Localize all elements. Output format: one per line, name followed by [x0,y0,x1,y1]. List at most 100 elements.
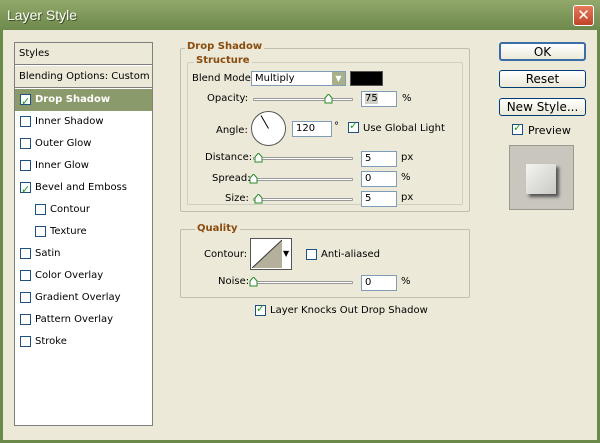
reset-button[interactable]: Reset [499,70,586,88]
contour-picker[interactable]: ▼ [250,238,292,270]
blending-options-item[interactable]: Blending Options: Custom [15,66,152,88]
contour-chevron-down-icon[interactable]: ▼ [283,249,289,258]
use-global-light-checkbox[interactable] [348,119,360,134]
size-unit: px [401,192,414,203]
style-item-checkbox[interactable] [20,248,31,259]
style-item-checkbox[interactable] [20,336,31,347]
structure-title: Structure [194,55,252,66]
blend-mode-label: Blend Mode: [192,73,255,84]
angle-unit: ° [334,121,339,132]
noise-input[interactable]: 0 [361,275,397,291]
angle-input[interactable]: 120 [292,121,332,137]
style-item-label: Color Overlay [35,270,104,281]
blend-mode-value: Multiply [255,73,295,84]
knockout-checkbox[interactable] [255,302,267,317]
contour-preview-icon [252,240,282,268]
window-title: Layer Style [7,7,78,23]
preview-label: Preview [528,124,571,137]
blending-options-label: Blending Options: Custom [19,71,150,82]
style-item-label: Gradient Overlay [35,292,121,303]
preview-swatch [526,164,556,194]
noise-unit: % [401,276,411,287]
style-item-label: Bevel and Emboss [35,182,127,193]
style-item-checkbox[interactable] [20,314,31,325]
blend-mode-select[interactable]: Multiply ▼ [251,71,346,86]
preview-thumbnail [509,145,574,210]
angle-dial[interactable] [250,110,287,147]
styles-header[interactable]: Styles [15,43,152,65]
opacity-input[interactable]: 75 [361,91,397,107]
ok-button[interactable]: OK [499,42,586,61]
noise-slider[interactable] [253,281,353,284]
opacity-value: 75 [365,93,378,104]
style-item-label: Inner Shadow [35,116,104,127]
style-item-label: Pattern Overlay [35,314,114,325]
style-item-label: Satin [35,248,61,259]
style-item-outer-glow[interactable]: Outer Glow [15,133,152,155]
opacity-unit: % [402,93,412,104]
noise-slider-thumb[interactable] [249,277,258,287]
style-item-contour[interactable]: Contour [15,199,152,221]
distance-slider-thumb[interactable] [254,153,263,163]
anti-aliased-checkbox[interactable] [306,249,318,261]
contour-label: Contour: [204,249,248,260]
size-slider-thumb[interactable] [254,194,263,204]
chevron-down-icon[interactable]: ▼ [332,72,345,85]
style-item-checkbox[interactable] [20,91,31,113]
style-item-inner-glow[interactable]: Inner Glow [15,155,152,177]
style-item-stroke[interactable]: Stroke [15,331,152,353]
spread-input[interactable]: 0 [361,171,397,187]
spread-slider[interactable] [253,178,353,181]
preview-checkbox[interactable] [512,121,524,136]
style-item-bevel-and-emboss[interactable]: Bevel and Emboss [15,177,152,201]
quality-title: Quality [195,223,240,234]
quality-group [180,229,470,298]
style-item-label: Contour [50,204,90,215]
opacity-label: Opacity: [207,93,249,104]
distance-input[interactable]: 5 [361,151,397,167]
spread-unit: % [401,172,411,183]
style-item-checkbox[interactable] [20,270,31,281]
style-item-checkbox[interactable] [20,160,31,171]
opacity-slider[interactable] [253,98,353,101]
anti-aliased-label: Anti-aliased [321,249,381,260]
style-item-checkbox[interactable] [20,292,31,303]
spread-label: Spread: [212,173,251,184]
angle-label: Angle: [216,125,248,136]
opacity-slider-thumb[interactable] [324,94,333,104]
distance-slider[interactable] [253,157,353,160]
size-input[interactable]: 5 [361,191,397,207]
style-item-satin[interactable]: Satin [15,243,152,265]
style-item-texture[interactable]: Texture [15,221,152,243]
style-item-label: Drop Shadow [35,94,111,105]
style-item-gradient-overlay[interactable]: Gradient Overlay [15,287,152,309]
use-global-light-label: Use Global Light [363,123,445,134]
shadow-color-swatch[interactable] [350,71,383,86]
distance-label: Distance: [205,152,253,163]
spread-slider-thumb[interactable] [249,174,258,184]
drop-shadow-title: Drop Shadow [185,41,265,52]
styles-list: Styles Blending Options: Custom Drop Sha… [14,42,153,426]
size-slider[interactable] [253,198,353,201]
style-item-label: Texture [50,226,87,237]
style-item-checkbox[interactable] [35,226,46,237]
style-item-label: Stroke [35,336,67,347]
style-item-color-overlay[interactable]: Color Overlay [15,265,152,287]
style-item-label: Outer Glow [35,138,92,149]
distance-unit: px [401,152,414,163]
style-item-label: Inner Glow [35,160,89,171]
close-button[interactable]: ✕ [573,5,594,26]
noise-label: Noise: [218,276,250,287]
style-item-checkbox[interactable] [20,138,31,149]
style-item-checkbox[interactable] [35,204,46,215]
knockout-label: Layer Knocks Out Drop Shadow [270,305,428,316]
style-item-drop-shadow[interactable]: Drop Shadow [15,89,152,113]
style-item-checkbox[interactable] [20,179,31,201]
styles-header-label: Styles [19,48,50,59]
style-item-checkbox[interactable] [20,116,31,127]
style-item-pattern-overlay[interactable]: Pattern Overlay [15,309,152,331]
new-style-button[interactable]: New Style... [499,98,586,116]
style-item-inner-shadow[interactable]: Inner Shadow [15,111,152,133]
size-label: Size: [225,193,249,204]
title-bar[interactable] [0,0,600,30]
